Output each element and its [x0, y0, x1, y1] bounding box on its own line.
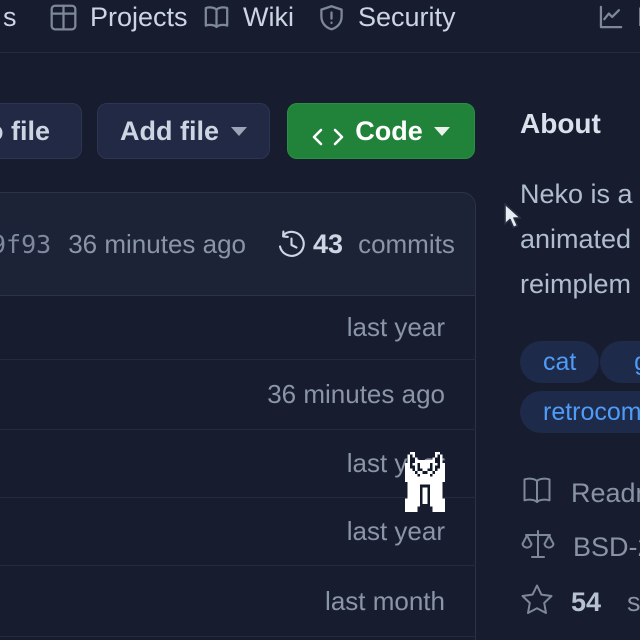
- code-button[interactable]: Code: [287, 103, 475, 159]
- about-description: Neko is a animated reimplem: [520, 172, 640, 307]
- readme-link[interactable]: Readme: [520, 477, 640, 509]
- mouse-cursor: [503, 203, 523, 231]
- file-age: 36 minutes ago: [267, 379, 445, 410]
- go-to-file-button[interactable]: o file: [0, 103, 82, 159]
- tab-wiki-label: Wiki: [243, 2, 294, 33]
- file-row[interactable]: last year: [0, 295, 476, 360]
- projects-table-icon: [50, 4, 77, 31]
- topic-tag-go[interactable]: go: [600, 341, 640, 383]
- tab-wiki[interactable]: Wiki: [203, 1, 294, 33]
- commit-time: 36 minutes ago: [68, 229, 246, 260]
- tab-issues-label: s: [3, 2, 17, 33]
- tab-projects-label: Projects: [90, 2, 188, 33]
- caret-down-icon: [434, 127, 450, 136]
- stars-link[interactable]: 54 sta: [520, 586, 640, 618]
- tab-issues-partial[interactable]: s: [3, 1, 17, 33]
- insights-graph-icon: [597, 4, 624, 31]
- security-shield-icon: [318, 4, 345, 31]
- commit-hash[interactable]: 9f93: [0, 230, 51, 259]
- file-row[interactable]: 36 minutes ago: [0, 360, 476, 430]
- commits-link[interactable]: 43 commits: [277, 229, 455, 260]
- tab-security-label: Security: [358, 2, 456, 33]
- file-age: last month: [325, 586, 445, 617]
- file-age: last year: [347, 312, 445, 343]
- history-clock-icon: [277, 230, 306, 259]
- tab-projects[interactable]: Projects: [50, 1, 188, 33]
- neko-cat-sprite: [405, 452, 445, 512]
- about-heading: About: [520, 108, 601, 140]
- go-to-file-label: o file: [0, 116, 50, 147]
- file-row[interactable]: last month: [0, 566, 476, 637]
- about-description-line: animated: [520, 217, 640, 262]
- stars-label: sta: [627, 587, 640, 618]
- readme-book-icon: [520, 476, 554, 511]
- topic-tag-retrocomputing[interactable]: retrocomp: [520, 391, 640, 433]
- latest-commit-bar: 9f93 36 minutes ago 43 commits: [0, 192, 476, 296]
- license-link[interactable]: BSD-2: [520, 531, 640, 563]
- stars-count: 54: [571, 587, 601, 618]
- file-age: last year: [347, 516, 445, 547]
- add-file-button[interactable]: Add file: [97, 103, 270, 159]
- tab-security[interactable]: Security: [318, 1, 456, 33]
- repo-tab-bar: s Projects Wiki Security In: [0, 0, 640, 53]
- code-button-label: Code: [355, 116, 423, 147]
- about-description-line: Neko is a: [520, 172, 640, 217]
- commits-count: 43: [313, 229, 343, 260]
- star-icon: [520, 583, 554, 621]
- topic-tag-cat[interactable]: cat: [520, 341, 599, 383]
- github-repo-page: s Projects Wiki Security In: [0, 0, 640, 640]
- add-file-label: Add file: [120, 116, 219, 147]
- license-scales-icon: [520, 527, 556, 568]
- commits-count-label: commits: [358, 229, 455, 260]
- about-description-line: reimplem: [520, 262, 640, 307]
- readme-label: Readme: [571, 478, 640, 509]
- tab-insights[interactable]: In: [597, 1, 640, 33]
- code-brackets-icon: [312, 122, 344, 140]
- license-label: BSD-2: [573, 532, 640, 563]
- caret-down-icon: [231, 127, 247, 136]
- wiki-book-icon: [203, 4, 230, 31]
